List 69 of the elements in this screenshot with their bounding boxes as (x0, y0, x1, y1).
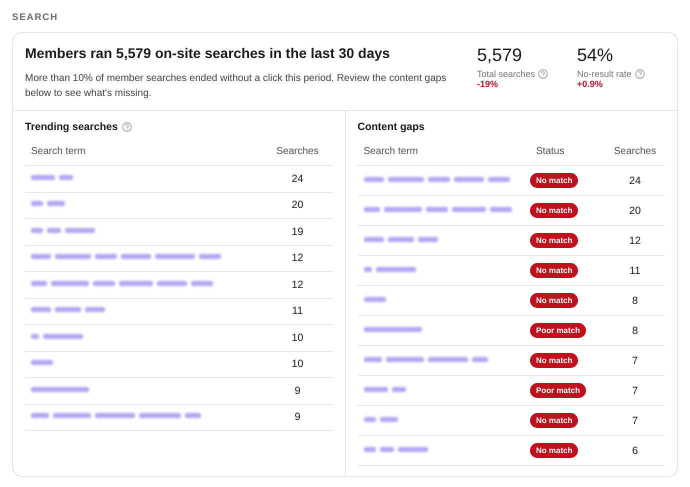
search-count: 19 (290, 226, 304, 238)
status-badge: No match (530, 263, 578, 278)
blurred-link[interactable] (364, 324, 422, 334)
blurred-link[interactable] (31, 411, 201, 420)
search-count: 11 (291, 305, 304, 318)
search-count: 11 (628, 264, 642, 276)
search-count: 7 (631, 414, 639, 426)
blurred-link[interactable] (31, 172, 73, 182)
blurred-link[interactable] (364, 204, 512, 214)
stat-value: 54% (577, 45, 614, 66)
status-badge: Poor match (530, 383, 586, 398)
blurred-link[interactable] (31, 358, 53, 368)
blurred-link[interactable] (364, 294, 386, 304)
blurred-link[interactable] (31, 199, 65, 208)
blurred-link[interactable] (364, 264, 416, 274)
blurred-link[interactable] (31, 305, 105, 314)
search-count: 24 (290, 172, 304, 185)
help-icon[interactable] (538, 69, 548, 79)
panel-title: Trending searches (25, 121, 118, 133)
search-count: 12 (290, 278, 304, 291)
search-count: 9 (294, 411, 302, 424)
help-icon[interactable] (122, 122, 132, 132)
summary-title: Members ran 5,579 on-site searches in the last 30 days (25, 45, 391, 61)
search-count: 12 (628, 234, 642, 246)
stat-value: 5,579 (477, 45, 524, 66)
search-count: 6 (631, 444, 639, 456)
search-count: 20 (628, 204, 642, 216)
search-count: 9 (294, 384, 302, 397)
stat-change: +0.9% (577, 79, 604, 89)
help-icon[interactable] (634, 69, 645, 79)
blurred-link[interactable] (31, 278, 213, 288)
search-count: 10 (290, 332, 304, 344)
column-header: Searches (275, 146, 320, 156)
blurred-link[interactable] (31, 332, 83, 341)
status-badge: Poor match (530, 323, 586, 338)
column-header: Search term (362, 146, 419, 156)
status-badge: No match (530, 233, 578, 248)
blurred-link[interactable] (364, 174, 510, 184)
blurred-link[interactable] (31, 226, 95, 235)
blurred-link[interactable] (31, 252, 221, 262)
search-count: 7 (631, 354, 639, 366)
search-count: 8 (631, 324, 639, 336)
blurred-link[interactable] (364, 444, 428, 454)
status-badge: No match (530, 413, 578, 428)
search-count: 12 (290, 252, 304, 264)
search-count: 10 (290, 358, 304, 370)
blurred-link[interactable] (364, 414, 398, 424)
blurred-link[interactable] (364, 234, 438, 244)
status-badge: No match (530, 293, 578, 308)
section-label: SEARCH (12, 12, 60, 23)
status-badge: No match (530, 173, 578, 188)
summary-description: More than 10% of member searches ended without a click this period. Review the content gaps below to see what's missing. (25, 72, 448, 101)
blurred-link[interactable] (31, 384, 89, 394)
search-count: 24 (628, 174, 642, 186)
blurred-link[interactable] (364, 354, 488, 364)
column-header: Status (535, 146, 566, 156)
column-header: Searches (612, 146, 658, 156)
stat-change: -19% (477, 79, 500, 89)
status-badge: No match (530, 443, 578, 458)
search-count: 8 (631, 294, 639, 306)
search-count: 7 (631, 384, 639, 396)
panel-title: Content gaps (358, 121, 425, 133)
status-badge: No match (530, 353, 578, 368)
blurred-link[interactable] (364, 384, 406, 394)
status-badge: No match (530, 203, 578, 218)
stat-label: Total searches (477, 69, 536, 79)
stat-label: No-result rate (577, 69, 632, 79)
search-count: 20 (290, 199, 304, 212)
column-header: Search term (30, 146, 86, 156)
